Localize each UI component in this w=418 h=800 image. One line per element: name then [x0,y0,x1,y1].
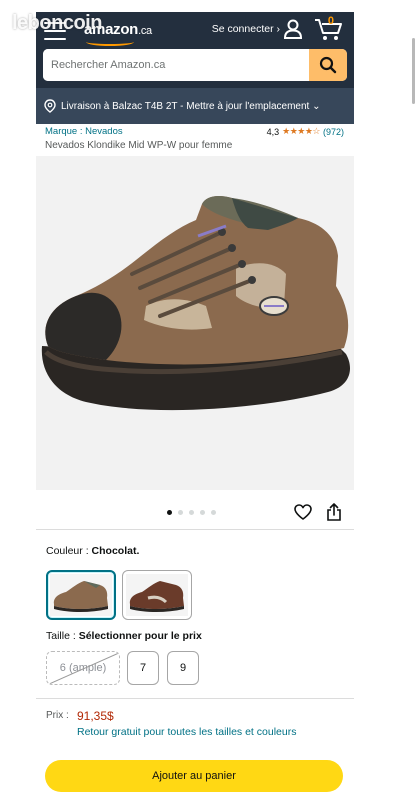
unavailable-strike [47,652,119,684]
price-value: 91,35$ [77,709,114,723]
rating-value: 4,3 [266,126,280,137]
boot-thumbnail-icon [50,574,112,616]
image-pagination [167,510,216,515]
color-swatch-chocolat[interactable] [46,570,116,620]
rating-count: (972) [322,126,344,137]
scrollbar[interactable] [412,38,415,104]
heart-icon[interactable] [294,504,312,520]
size-option-7[interactable]: 7 [127,651,159,685]
user-icon[interactable] [282,18,304,40]
boot-thumbnail-icon [126,574,188,616]
search-icon [319,56,337,74]
free-return-link[interactable]: Retour gratuit pour toutes les tailles e… [77,726,296,738]
divider [36,698,354,699]
size-label: Taille : Sélectionner pour le prix [46,630,202,642]
product-title: Nevados Klondike Mid WP-W pour femme [45,140,233,151]
image-dot[interactable] [211,510,216,515]
color-selected: Chocolat. [91,545,140,557]
add-to-cart-button[interactable]: Ajouter au panier [45,760,343,792]
image-dot[interactable] [189,510,194,515]
size-selected: Sélectionner pour le prix [78,630,202,642]
product-image[interactable] [36,156,354,490]
amazon-mobile-page: amazon.ca Se connecter › 0 Rechercher Am… [36,12,354,800]
signin-link[interactable]: Se connecter › [212,23,280,35]
location-pin-icon [44,99,56,113]
price-label: Prix : [46,710,69,721]
rating-stars-icon: ★★★★☆ [282,126,320,136]
logo-tld: .ca [138,25,152,37]
watermark-logo: leboncoin [12,12,102,34]
size-option-6-ample[interactable]: 6 (ample) [46,651,120,685]
search-button[interactable] [309,49,347,81]
search-bar [43,49,347,81]
cart-count-badge: 0 [327,15,334,27]
image-dot[interactable] [178,510,183,515]
size-option-9[interactable]: 9 [167,651,199,685]
share-icon[interactable] [326,503,342,521]
delivery-location-bar[interactable]: Livraison à Balzac T4B 2T - Mettre à jou… [36,88,354,124]
color-label: Couleur : Chocolat. [46,545,140,557]
rating-summary[interactable]: 4,3 ★★★★☆ (972) [267,126,344,137]
delivery-text: Livraison à Balzac T4B 2T - Mettre à jou… [61,100,321,112]
divider [36,529,354,530]
image-dot[interactable] [167,510,172,515]
search-input[interactable] [43,49,309,81]
brand-link[interactable]: Marque : Nevados [45,126,123,137]
color-swatch-brun[interactable] [122,570,192,620]
image-dot[interactable] [200,510,205,515]
logo-smile-icon [86,38,134,46]
